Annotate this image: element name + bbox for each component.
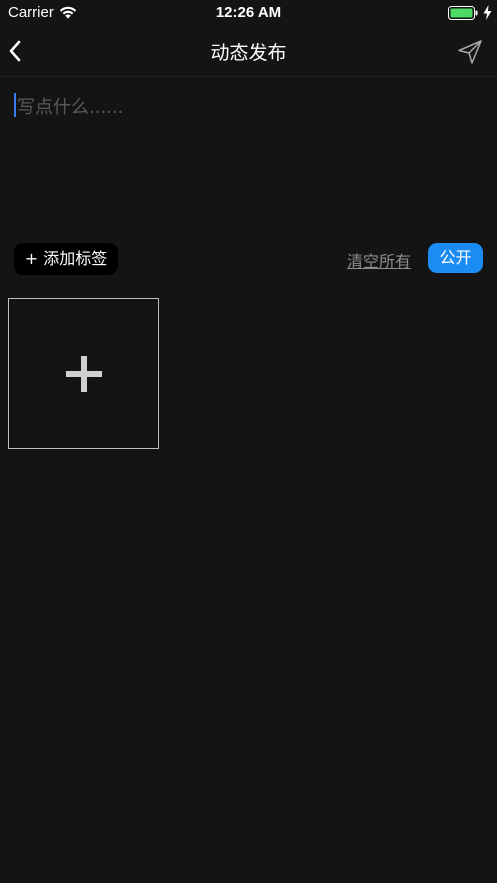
- post-content-placeholder: 写点什么......: [17, 97, 124, 118]
- text-caret: [14, 93, 16, 117]
- post-content-input[interactable]: 写点什么......: [14, 90, 484, 230]
- paper-plane-icon: [458, 40, 482, 64]
- battery-full-icon: [448, 6, 478, 20]
- add-image-button[interactable]: [8, 298, 159, 449]
- status-bar: Carrier 12:26 AM: [0, 0, 497, 26]
- add-tag-button[interactable]: + 添加标签: [14, 243, 118, 275]
- nav-bar: 动态发布: [0, 26, 497, 77]
- visibility-public-button[interactable]: 公开: [428, 243, 483, 273]
- page-title: 动态发布: [210, 42, 287, 64]
- plus-icon: [66, 356, 102, 392]
- clear-all-button[interactable]: 清空所有: [347, 248, 411, 272]
- send-button[interactable]: [455, 38, 485, 66]
- charging-bolt-icon: [483, 5, 492, 20]
- status-time: 12:26 AM: [215, 4, 282, 21]
